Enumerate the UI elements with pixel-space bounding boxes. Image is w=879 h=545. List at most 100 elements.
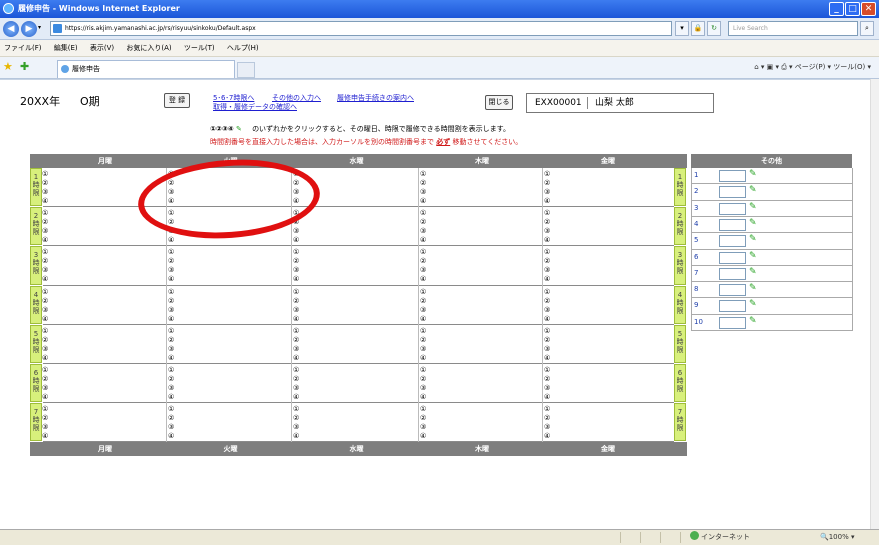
slot-6-3-3[interactable]: ③ xyxy=(293,384,299,392)
slot-4-2-2[interactable]: ② xyxy=(168,297,174,305)
pencil-icon[interactable]: ✎ xyxy=(749,299,757,309)
slot-2-1-3[interactable]: ③ xyxy=(42,227,48,235)
slot-1-5-1[interactable]: ① xyxy=(544,170,550,178)
slot-4-1-4[interactable]: ④ xyxy=(42,315,48,323)
slot-7-2-4[interactable]: ④ xyxy=(168,432,174,440)
slot-4-5-2[interactable]: ② xyxy=(544,297,550,305)
menu-favorites[interactable]: お気に入り(A) xyxy=(126,44,171,52)
slot-3-4-2[interactable]: ② xyxy=(420,257,426,265)
other-input-4[interactable] xyxy=(719,218,746,231)
slot-3-3-3[interactable]: ③ xyxy=(293,266,299,274)
slot-6-5-4[interactable]: ④ xyxy=(544,393,550,401)
slot-6-1-1[interactable]: ① xyxy=(42,366,48,374)
maximize-button[interactable]: □ xyxy=(845,2,860,16)
history-dropdown-icon[interactable]: ▾ xyxy=(38,24,41,31)
menu-file[interactable]: ファイル(F) xyxy=(4,44,42,52)
close-page-button[interactable]: 閉じる xyxy=(485,95,513,110)
slot-7-1-3[interactable]: ③ xyxy=(42,423,48,431)
pencil-icon[interactable]: ✎ xyxy=(749,316,757,326)
slot-1-1-3[interactable]: ③ xyxy=(42,188,48,196)
slot-4-2-1[interactable]: ① xyxy=(168,288,174,296)
forward-icon[interactable]: ▶ xyxy=(21,21,37,37)
slot-5-5-1[interactable]: ① xyxy=(544,327,550,335)
tools-menu[interactable]: ページ(P) ▾ ツール(O) ▾ xyxy=(795,63,871,71)
slot-7-3-2[interactable]: ② xyxy=(293,414,299,422)
vertical-scrollbar[interactable] xyxy=(870,79,879,529)
slot-5-3-3[interactable]: ③ xyxy=(293,345,299,353)
slot-2-3-4[interactable]: ④ xyxy=(293,236,299,244)
slot-3-2-2[interactable]: ② xyxy=(168,257,174,265)
refresh-icon[interactable]: ↻ xyxy=(707,21,721,36)
slot-4-4-1[interactable]: ① xyxy=(420,288,426,296)
add-favorite-icon[interactable]: ✚ xyxy=(20,60,29,73)
slot-3-4-3[interactable]: ③ xyxy=(420,266,426,274)
slot-2-4-1[interactable]: ① xyxy=(420,209,426,217)
slot-4-1-3[interactable]: ③ xyxy=(42,306,48,314)
slot-6-1-2[interactable]: ② xyxy=(42,375,48,383)
slot-5-1-2[interactable]: ② xyxy=(42,336,48,344)
pencil-icon[interactable]: ✎ xyxy=(749,234,757,244)
other-input-9[interactable] xyxy=(719,300,746,313)
slot-5-4-3[interactable]: ③ xyxy=(420,345,426,353)
slot-2-1-1[interactable]: ① xyxy=(42,209,48,217)
slot-5-5-4[interactable]: ④ xyxy=(544,354,550,362)
slot-7-3-1[interactable]: ① xyxy=(293,405,299,413)
slot-5-1-1[interactable]: ① xyxy=(42,327,48,335)
menu-edit[interactable]: 編集(E) xyxy=(54,44,78,52)
other-input-10[interactable] xyxy=(719,316,746,329)
slot-7-5-1[interactable]: ① xyxy=(544,405,550,413)
slot-1-5-3[interactable]: ③ xyxy=(544,188,550,196)
slot-3-2-4[interactable]: ④ xyxy=(168,275,174,283)
slot-1-5-4[interactable]: ④ xyxy=(544,197,550,205)
slot-6-4-2[interactable]: ② xyxy=(420,375,426,383)
slot-6-4-4[interactable]: ④ xyxy=(420,393,426,401)
slot-1-1-1[interactable]: ① xyxy=(42,170,48,178)
favorites-star-icon[interactable]: ★ xyxy=(3,60,13,73)
other-input-7[interactable] xyxy=(719,267,746,280)
slot-5-4-2[interactable]: ② xyxy=(420,336,426,344)
link-procedure[interactable]: 履修申告手続きの案内へ xyxy=(337,93,414,103)
slot-2-5-1[interactable]: ① xyxy=(544,209,550,217)
slot-6-1-4[interactable]: ④ xyxy=(42,393,48,401)
slot-5-2-1[interactable]: ① xyxy=(168,327,174,335)
pencil-icon[interactable]: ✎ xyxy=(749,202,757,212)
zoom-control[interactable]: 🔍100% ▾ xyxy=(820,530,854,545)
lock-icon[interactable]: 🔒 xyxy=(691,21,705,36)
slot-2-4-3[interactable]: ③ xyxy=(420,227,426,235)
slot-2-1-4[interactable]: ④ xyxy=(42,236,48,244)
slot-4-1-1[interactable]: ① xyxy=(42,288,48,296)
pencil-icon[interactable]: ✎ xyxy=(749,185,757,195)
slot-7-1-4[interactable]: ④ xyxy=(42,432,48,440)
slot-3-4-4[interactable]: ④ xyxy=(420,275,426,283)
slot-7-1-1[interactable]: ① xyxy=(42,405,48,413)
slot-3-1-4[interactable]: ④ xyxy=(42,275,48,283)
slot-7-3-4[interactable]: ④ xyxy=(293,432,299,440)
slot-4-5-1[interactable]: ① xyxy=(544,288,550,296)
slot-6-2-1[interactable]: ① xyxy=(168,366,174,374)
tab-current[interactable]: 履修申告 xyxy=(57,60,235,78)
slot-2-2-4[interactable]: ④ xyxy=(168,236,174,244)
link-confirm-data[interactable]: 取得・履修データの確認へ xyxy=(213,102,297,112)
slot-6-4-3[interactable]: ③ xyxy=(420,384,426,392)
close-window-button[interactable]: ✕ xyxy=(861,2,876,16)
slot-1-1-2[interactable]: ② xyxy=(42,179,48,187)
slot-5-1-4[interactable]: ④ xyxy=(42,354,48,362)
slot-3-5-4[interactable]: ④ xyxy=(544,275,550,283)
slot-1-4-4[interactable]: ④ xyxy=(420,197,426,205)
back-icon[interactable]: ◀ xyxy=(3,21,19,37)
slot-2-4-4[interactable]: ④ xyxy=(420,236,426,244)
slot-5-1-3[interactable]: ③ xyxy=(42,345,48,353)
other-input-3[interactable] xyxy=(719,202,746,215)
slot-6-4-1[interactable]: ① xyxy=(420,366,426,374)
slot-7-2-1[interactable]: ① xyxy=(168,405,174,413)
slot-3-3-2[interactable]: ② xyxy=(293,257,299,265)
other-input-8[interactable] xyxy=(719,284,746,297)
slot-5-5-2[interactable]: ② xyxy=(544,336,550,344)
slot-7-4-3[interactable]: ③ xyxy=(420,423,426,431)
slot-4-4-3[interactable]: ③ xyxy=(420,306,426,314)
slot-6-1-3[interactable]: ③ xyxy=(42,384,48,392)
slot-1-1-4[interactable]: ④ xyxy=(42,197,48,205)
slot-5-3-2[interactable]: ② xyxy=(293,336,299,344)
slot-6-5-1[interactable]: ① xyxy=(544,366,550,374)
slot-7-4-1[interactable]: ① xyxy=(420,405,426,413)
